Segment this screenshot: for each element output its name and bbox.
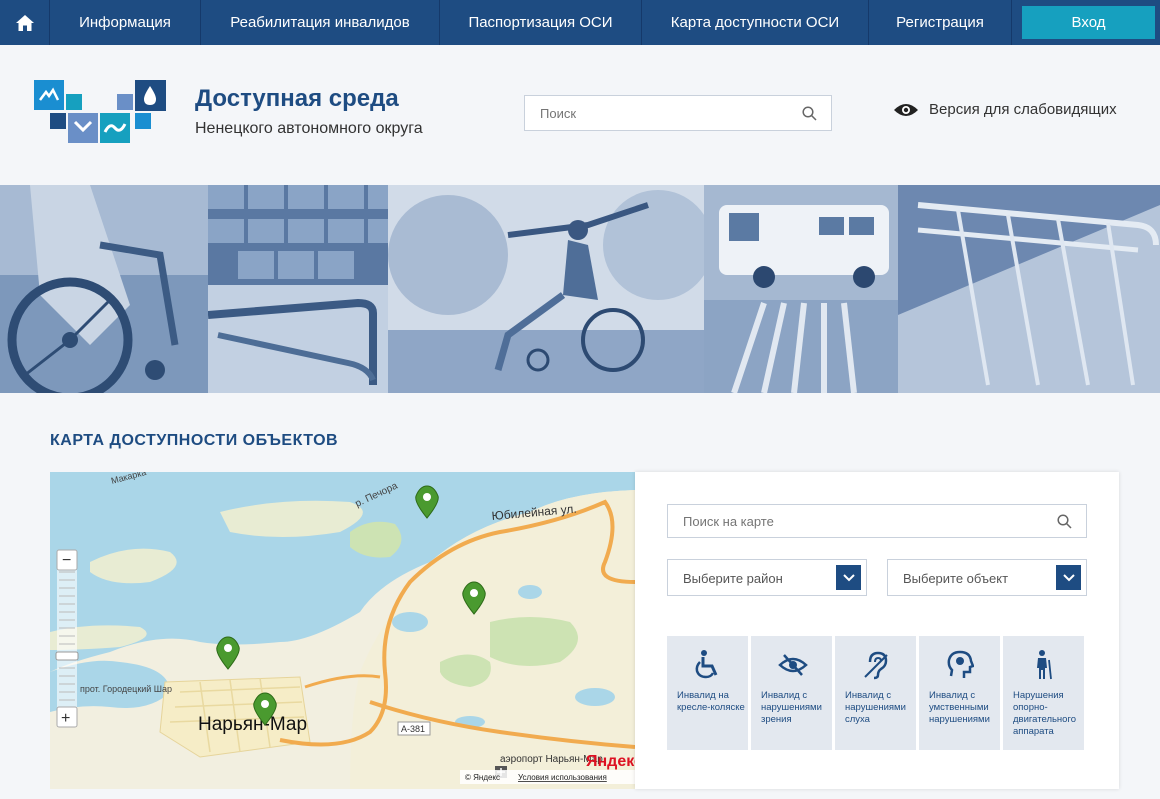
wheelchair-icon — [695, 650, 718, 679]
district-select-value: Выберите район — [683, 571, 783, 586]
eye-icon — [894, 103, 918, 116]
category-wheelchair[interactable]: Инвалид на кресле-коляске — [667, 636, 748, 750]
search-icon[interactable] — [1057, 514, 1072, 529]
hero-banner — [0, 185, 1160, 393]
head-icon — [947, 650, 974, 678]
category-label: Инвалид с нарушениями зрения — [761, 690, 822, 725]
zoom-out-label: − — [62, 552, 71, 569]
map-village-label: прот. Городецкий Шар — [80, 684, 172, 694]
top-navigation: Информация Реабилитация инвалидов Паспор… — [0, 0, 1160, 45]
zoom-slider[interactable] — [55, 550, 79, 722]
chevron-down-icon[interactable] — [836, 565, 861, 590]
banner-photo-ramp — [898, 185, 1160, 393]
site-subtitle: Ненецкого автономного округа — [195, 120, 423, 137]
map-city-label: Нарьян-Мар — [198, 714, 307, 735]
district-select[interactable]: Выберите район — [667, 559, 867, 596]
zoom-out-button[interactable]: − — [56, 549, 78, 571]
map-search-input[interactable] — [668, 505, 1028, 537]
banner-photo-wheelchair — [0, 185, 208, 393]
category-label: Инвалид с нарушениями слуха — [845, 690, 906, 725]
site-header: Доступная среда Ненецкого автономного ок… — [0, 45, 1160, 185]
site-search — [524, 95, 832, 131]
site-logo[interactable] — [34, 80, 168, 144]
vision-impaired-link[interactable]: Версия для слабовидящих — [893, 101, 1117, 118]
category-label: Инвалид на кресле-коляске — [677, 690, 745, 713]
banner-photo-tactile-tiles — [208, 185, 388, 393]
nav-item-passport[interactable]: Паспортизация ОСИ — [440, 0, 642, 45]
category-label: Нарушения опорно-двигательного аппарата — [1013, 690, 1077, 737]
map-filter-panel: Выберите район Выберите объект Инвалид н… — [635, 472, 1119, 789]
zoom-in-label: + — [61, 710, 70, 727]
home-button[interactable] — [0, 0, 50, 45]
nav-item-rehabilitation[interactable]: Реабилитация инвалидов — [201, 0, 440, 45]
person-icon — [1037, 650, 1052, 680]
yandex-brand: Яндекс — [586, 753, 635, 770]
zoom-in-button[interactable]: + — [56, 706, 78, 728]
login-button[interactable]: Вход — [1022, 6, 1155, 39]
banner-photo-woman-wheelchair — [388, 185, 704, 393]
category-vision[interactable]: Инвалид с нарушениями зрения — [751, 636, 832, 750]
map-copyright: © Яндекс — [465, 773, 500, 782]
nav-item-accessibility-map[interactable]: Карта доступности ОСИ — [642, 0, 869, 45]
ear-icon — [864, 651, 888, 680]
category-musculoskeletal[interactable]: Нарушения опорно-двигательного аппарата — [1003, 636, 1084, 750]
search-icon[interactable] — [802, 106, 817, 121]
eye-icon — [778, 654, 808, 676]
chevron-down-icon[interactable] — [1056, 565, 1081, 590]
map-search — [667, 504, 1087, 538]
accessibility-map[interactable]: Юбилейная ул. р. Печора Макарка Нарьян-М… — [50, 472, 635, 789]
map-road-label: А-381 — [401, 724, 425, 734]
category-label: Инвалид с умственными нарушениями — [929, 690, 990, 725]
object-select[interactable]: Выберите объект — [887, 559, 1087, 596]
home-icon — [15, 14, 34, 31]
map-terms-link[interactable]: Условия использования — [518, 773, 607, 782]
banner-photo-minibus — [704, 185, 898, 393]
nav-item-registration[interactable]: Регистрация — [869, 0, 1012, 45]
section-title: КАРТА ДОСТУПНОСТИ ОБЪЕКТОВ — [50, 432, 339, 449]
search-input[interactable] — [525, 96, 785, 130]
nav-item-information[interactable]: Информация — [50, 0, 201, 45]
vision-link-label: Версия для слабовидящих — [929, 101, 1117, 118]
category-hearing[interactable]: Инвалид с нарушениями слуха — [835, 636, 916, 750]
category-mental[interactable]: Инвалид с умственными нарушениями — [919, 636, 1000, 750]
site-title[interactable]: Доступная среда — [195, 85, 399, 113]
object-select-value: Выберите объект — [903, 571, 1009, 586]
